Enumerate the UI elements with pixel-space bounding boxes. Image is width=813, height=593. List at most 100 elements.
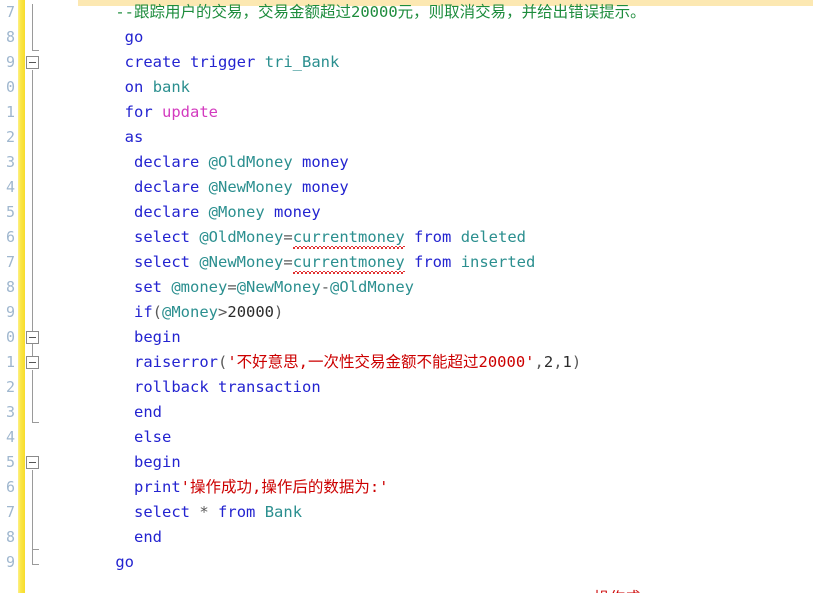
code-token: update bbox=[162, 103, 219, 121]
code-token: create bbox=[124, 53, 181, 71]
code-line[interactable]: go bbox=[78, 550, 813, 575]
code-token: = bbox=[283, 228, 293, 246]
code-token: set bbox=[134, 278, 162, 296]
line-number: 4 bbox=[5, 178, 15, 196]
code-line[interactable]: else bbox=[78, 425, 813, 450]
token-with-error-squiggle: currentmoney bbox=[292, 250, 405, 275]
code-line[interactable]: --跟踪用户的交易，交易金额超过20000元，则取消交易，并给出错误提示。 bbox=[78, 0, 813, 25]
line-number: 8 bbox=[5, 28, 15, 46]
sql-code-editor[interactable]: 78901234567890123456789 --跟踪用户的交易，交易金额超过… bbox=[0, 0, 813, 593]
code-line[interactable]: begin bbox=[78, 325, 813, 350]
code-token: trigger bbox=[190, 53, 256, 71]
code-token: money bbox=[302, 178, 349, 196]
code-token: money bbox=[302, 153, 349, 171]
code-line[interactable]: declare @NewMoney money bbox=[78, 175, 813, 200]
code-text-area[interactable]: --跟踪用户的交易，交易金额超过20000元，则取消交易，并给出错误提示。 go… bbox=[78, 0, 813, 593]
code-line[interactable]: on bank bbox=[78, 75, 813, 100]
code-token: print bbox=[134, 478, 181, 496]
code-line[interactable]: as bbox=[78, 125, 813, 150]
code-line[interactable]: print'操作成功,操作后的数据为:' bbox=[78, 475, 813, 500]
code-line[interactable]: select @NewMoney=currentmoney from inser… bbox=[78, 250, 813, 275]
code-line[interactable]: select * from Bank bbox=[78, 500, 813, 525]
code-line[interactable]: set @money=@NewMoney-@OldMoney bbox=[78, 275, 813, 300]
code-token: bank bbox=[152, 78, 191, 96]
code-token: go bbox=[115, 553, 134, 571]
collapse-region-button[interactable] bbox=[26, 331, 39, 344]
collapse-region-button[interactable] bbox=[26, 56, 39, 69]
code-token: as bbox=[124, 128, 144, 146]
line-number: 7 bbox=[5, 253, 15, 271]
code-token: Bank bbox=[264, 503, 303, 521]
code-token: ) bbox=[274, 303, 284, 321]
code-token: else bbox=[134, 428, 172, 446]
outline-vertical-line bbox=[32, 4, 33, 50]
outlining-column[interactable] bbox=[25, 0, 49, 593]
code-token: begin bbox=[134, 328, 181, 346]
code-token: rollback bbox=[134, 378, 209, 396]
collapse-region-button[interactable] bbox=[26, 356, 39, 369]
code-token: '操作成功,操作后的数据为:' bbox=[180, 478, 389, 496]
code-line[interactable]: create trigger tri_Bank bbox=[78, 50, 813, 75]
collapse-region-button[interactable] bbox=[26, 456, 39, 469]
code-token: select bbox=[134, 503, 190, 521]
code-line[interactable]: for update bbox=[78, 100, 813, 125]
outline-region-end-tick bbox=[32, 50, 39, 51]
code-token: from bbox=[218, 503, 256, 521]
code-token: begin bbox=[134, 453, 181, 471]
changed-lines-indicator bbox=[18, 0, 25, 593]
outline-region-end-tick bbox=[32, 564, 39, 565]
code-line[interactable]: rollback transaction bbox=[78, 375, 813, 400]
code-token: transaction bbox=[218, 378, 321, 396]
code-token: tri_Bank bbox=[264, 53, 340, 71]
token-with-error-squiggle: currentmoney bbox=[292, 225, 405, 250]
code-token: ) bbox=[571, 353, 582, 371]
clipped-next-line: 操作成 bbox=[594, 586, 641, 593]
code-line[interactable]: begin bbox=[78, 450, 813, 475]
outline-vertical-line bbox=[32, 370, 33, 422]
line-number: 6 bbox=[5, 228, 15, 246]
code-token: @NewMoney bbox=[199, 253, 284, 271]
code-token: @OldMoney bbox=[208, 153, 293, 171]
code-line[interactable]: select @OldMoney=currentmoney from delet… bbox=[78, 225, 813, 250]
code-line[interactable]: raiserror('不好意思,一次性交易金额不能超过20000',2,1) bbox=[78, 350, 813, 375]
line-number: 1 bbox=[5, 103, 15, 121]
code-token: ( bbox=[152, 303, 163, 321]
code-line[interactable]: declare @OldMoney money bbox=[78, 150, 813, 175]
line-number: 4 bbox=[5, 428, 15, 446]
code-line[interactable]: end bbox=[78, 525, 813, 550]
code-line[interactable]: if(@Money>20000) bbox=[78, 300, 813, 325]
code-token: = bbox=[227, 278, 237, 296]
code-token: go bbox=[124, 28, 144, 46]
editor-gutter: 7 8 9 0 1 2 3 4 5 6 7 8 9 0 1 2 3 4 5 6 7 8 9 bbox=[0, 0, 78, 593]
code-line[interactable]: end bbox=[78, 400, 813, 425]
code-token: ( bbox=[218, 353, 228, 371]
code-token: declare bbox=[134, 203, 200, 221]
line-number: 2 bbox=[5, 128, 15, 146]
code-token: inserted bbox=[460, 253, 536, 271]
line-number: 8 bbox=[5, 278, 15, 296]
code-line[interactable]: go bbox=[78, 25, 813, 50]
code-line[interactable]: declare @Money money bbox=[78, 200, 813, 225]
code-token: 20000 bbox=[227, 303, 275, 321]
outline-vertical-line bbox=[32, 70, 33, 357]
